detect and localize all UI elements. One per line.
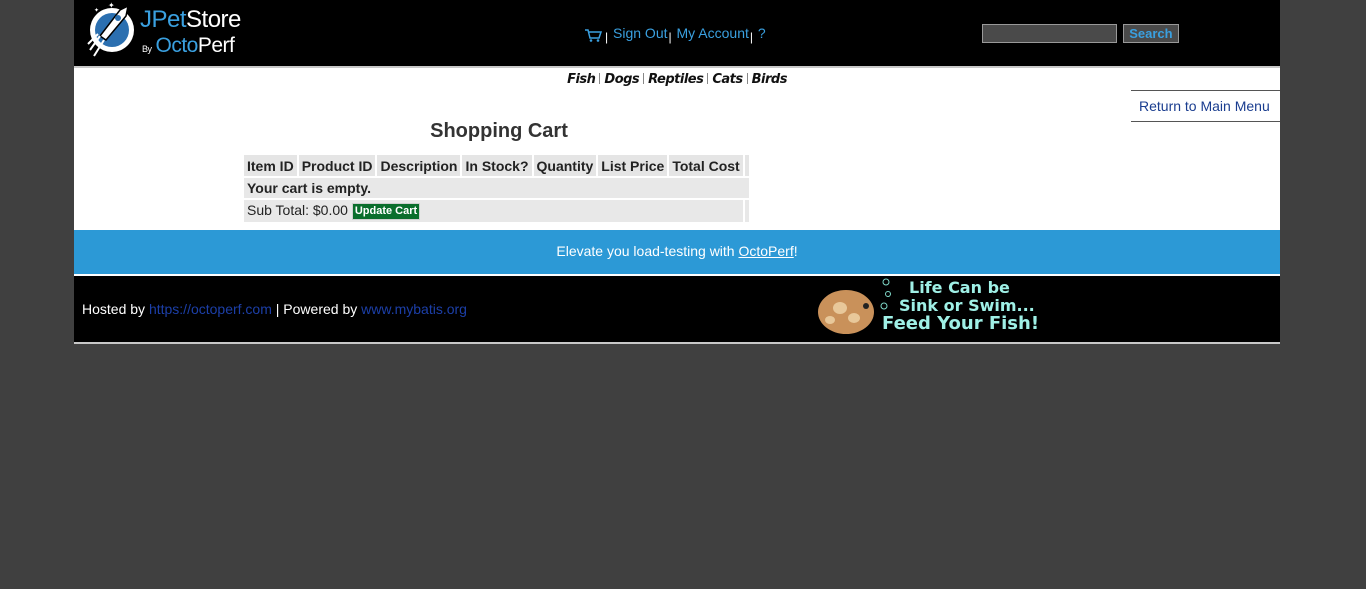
quicklink-separator [746,73,748,84]
empty-cart-message: Your cart is empty. [244,178,749,198]
quicklink-separator [643,73,645,84]
help-link[interactable]: ? [758,25,766,41]
subtotal-cell: Sub Total: $0.00 Update Cart [244,200,743,222]
column-header-blank [744,155,749,176]
promo-banner: Elevate you load-testing with OctoPerf! [74,228,1280,274]
powered-by-label: | Powered by [271,301,362,317]
column-header: Quantity [533,155,597,176]
main-content: Return to Main Menu Shopping Cart Item I… [74,90,1280,230]
logo-subtitle: By OctoPerf [142,34,235,57]
menu-separator: | [749,30,754,44]
sign-out-link[interactable]: Sign Out [613,25,667,41]
my-account-link[interactable]: My Account [677,25,749,41]
header: ✦ ✦ JPetStore By OctoPerf | Sign Out| My … [74,0,1280,68]
octoperf-host-link[interactable]: https://octoperf.com [149,301,272,317]
banner-suffix: ! [793,243,798,259]
search-input[interactable] [982,24,1117,43]
banner-text: Elevate you load-testing with [556,243,739,259]
quicklink-fish[interactable]: Fish [567,72,596,87]
column-header: Total Cost [669,155,743,176]
powered-by: Hosted by https://octoperf.com | Powered… [82,301,467,317]
menu-separator: | [668,30,672,44]
rocket-logo-icon: ✦ ✦ [87,1,134,57]
header-menu: | Sign Out| My Account| ? [584,25,766,44]
subtotal-blank-cell [744,200,749,222]
subtotal-row: Sub Total: $0.00 Update Cart [244,200,749,222]
quicklink-reptiles[interactable]: Reptiles [648,72,704,87]
quicklink-separator [707,73,709,84]
cart-icon[interactable] [584,28,602,42]
svg-text:✦: ✦ [108,1,115,10]
table-header-row: Item ID Product ID Description In Stock?… [244,155,749,176]
ad-line-3: Feed Your Fish! [882,313,1040,334]
quicklink-cats[interactable]: Cats [712,72,743,87]
quicklink-birds[interactable]: Birds [752,72,788,87]
table-row: Your cart is empty. [244,178,749,198]
octoperf-link[interactable]: OctoPerf [738,243,793,259]
return-main-menu-link[interactable]: Return to Main Menu [1139,98,1270,114]
mybatis-link[interactable]: www.mybatis.org [361,301,467,317]
column-header: In Stock? [462,155,532,176]
menu-separator: | [605,30,609,44]
subtotal-text: Sub Total: $0.00 [247,202,348,218]
svg-text:✦: ✦ [94,7,99,14]
quicklink-dogs[interactable]: Dogs [604,72,639,87]
page-wrapper: ✦ ✦ JPetStore By OctoPerf | Sign Out| My … [74,0,1280,344]
fish-banner-ad[interactable]: Life Can be Sink or Swim... Feed Your Fi… [814,276,1064,342]
column-header: List Price [598,155,668,176]
ad-line-1: Life Can be [909,278,1010,297]
update-cart-button[interactable]: Update Cart [351,203,421,220]
category-quicklinks: Fish Dogs Reptiles Cats Birds [74,68,1280,90]
search-button[interactable]: Search [1122,24,1179,43]
column-header: Item ID [244,155,297,176]
quicklink-separator [599,73,601,84]
column-header: Description [377,155,461,176]
back-link-box: Return to Main Menu [1131,90,1280,122]
jpetstore-logo[interactable]: ✦ ✦ JPetStore By OctoPerf [82,0,262,64]
page-title: Shopping Cart [430,120,568,142]
search-form: Search [982,24,1179,43]
column-header: Product ID [298,155,376,176]
logo-title: JPetStore [140,6,241,33]
footer: Hosted by https://octoperf.com | Powered… [74,274,1280,344]
hosted-by-label: Hosted by [82,301,149,317]
cart-table: Item ID Product ID Description In Stock?… [242,153,751,224]
